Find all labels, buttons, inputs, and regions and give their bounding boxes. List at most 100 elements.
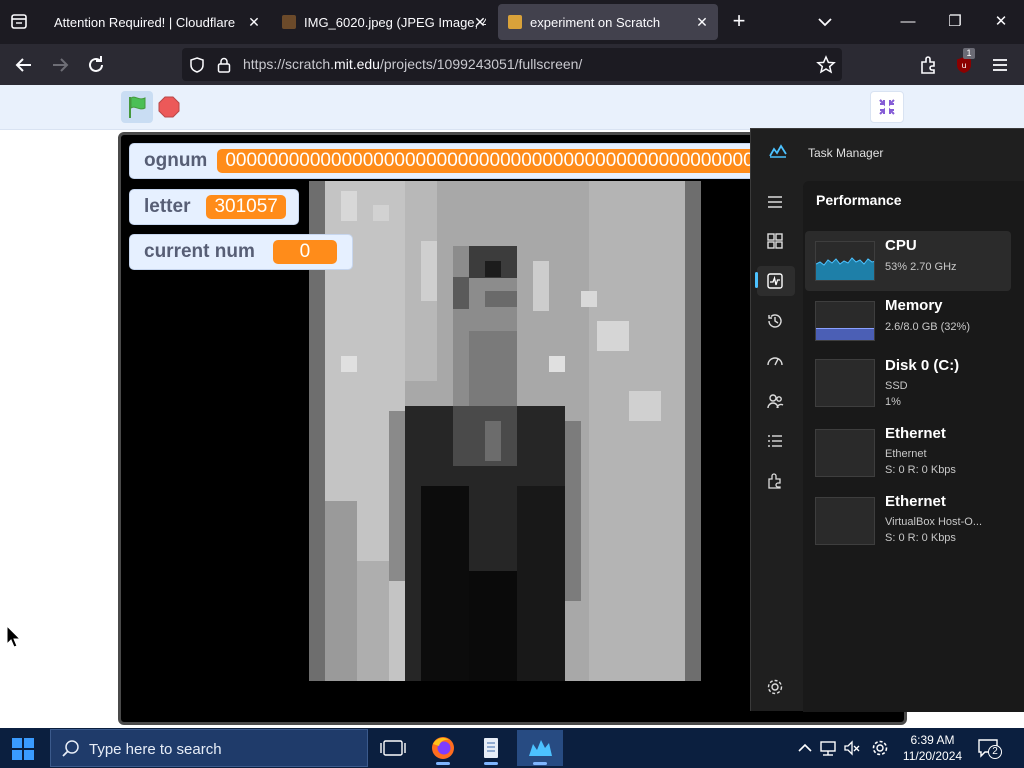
settings-gear-icon[interactable]: [765, 677, 785, 697]
close-window-button[interactable]: ✕: [986, 8, 1016, 36]
monitor-value: 0000000000000000000000000000000000000000…: [217, 149, 780, 173]
firefox-taskbar-icon[interactable]: [420, 730, 466, 766]
chevron-down-icon[interactable]: [815, 12, 835, 32]
taskbar-search-box[interactable]: Type here to search: [50, 729, 368, 767]
tab-cloudflare[interactable]: Attention Required! | Cloudflare ✕: [44, 4, 270, 40]
notepad-taskbar-icon[interactable]: [468, 730, 514, 766]
pixelated-person-image: [309, 181, 701, 681]
task-manager-window[interactable]: Task Manager Performance CPU 53% 2.70 GH…: [750, 128, 1024, 712]
monitor-label: current num: [144, 241, 255, 262]
ublock-shield-icon[interactable]: u 1: [952, 48, 976, 77]
clock-time: 6:39 AM: [910, 733, 955, 747]
search-icon: [61, 739, 81, 759]
lock-icon[interactable]: [216, 56, 232, 74]
nav-selection-indicator: [755, 272, 758, 288]
minimize-button[interactable]: —: [893, 8, 923, 36]
restore-button[interactable]: ❐: [940, 8, 970, 36]
scratch-favicon-icon: [508, 15, 522, 29]
perf-item-detail: VirtualBox Host-O...: [885, 516, 982, 528]
perf-item-cpu[interactable]: CPU 53% 2.70 GHz: [805, 231, 1011, 291]
performance-icon[interactable]: [765, 271, 785, 291]
perf-item-detail: Ethernet: [885, 448, 927, 460]
task-manager-title: Task Manager: [808, 146, 884, 160]
volume-muted-icon[interactable]: [842, 738, 862, 758]
disk-graph: [815, 359, 875, 407]
task-manager-app-icon: [769, 144, 787, 158]
perf-item-detail: 53% 2.70 GHz: [885, 261, 957, 273]
startup-apps-gauge-icon[interactable]: [765, 351, 785, 371]
performance-panel: Performance CPU 53% 2.70 GHz Memory 2.6/…: [803, 181, 1024, 712]
exit-fullscreen-icon[interactable]: [870, 91, 904, 123]
performance-heading: Performance: [816, 192, 902, 208]
mouse-cursor-icon: [6, 624, 22, 649]
chevron-up-icon[interactable]: [795, 738, 815, 758]
shield-icon[interactable]: [188, 56, 206, 74]
details-list-icon[interactable]: [765, 431, 785, 451]
perf-item-name: Memory: [885, 297, 943, 314]
variable-monitor-letter[interactable]: letter 301057: [129, 189, 299, 225]
notifications-icon[interactable]: 2: [976, 736, 1002, 760]
task-manager-nav-rail: [751, 129, 799, 712]
bookmark-star-icon[interactable]: [816, 55, 836, 75]
windows-start-icon[interactable]: [12, 738, 34, 760]
cpu-graph: [815, 241, 875, 281]
ethernet-graph: [815, 429, 875, 477]
perf-item-ethernet-1[interactable]: Ethernet Ethernet S: 0 R: 0 Kbps: [805, 419, 1011, 483]
perf-item-detail: SSD: [885, 380, 908, 392]
close-icon[interactable]: ✕: [246, 14, 262, 30]
screen: Attention Required! | Cloudflare ✕ IMG_6…: [0, 0, 1024, 768]
perf-item-detail: S: 0 R: 0 Kbps: [885, 464, 956, 476]
perf-item-disk[interactable]: Disk 0 (C:) SSD 1%: [805, 351, 1011, 411]
new-tab-button[interactable]: +: [728, 10, 750, 33]
clock-date: 11/20/2024: [902, 749, 963, 763]
perf-item-ethernet-2[interactable]: Ethernet VirtualBox Host-O... S: 0 R: 0 …: [805, 487, 1011, 551]
perf-item-name: Ethernet: [885, 425, 946, 442]
close-icon[interactable]: ✕: [694, 14, 710, 30]
perf-item-name: CPU: [885, 237, 917, 254]
ethernet-graph: [815, 497, 875, 545]
processes-grid-icon[interactable]: [765, 231, 785, 251]
running-indicator: [484, 762, 498, 765]
tab-scratch[interactable]: experiment on Scratch ✕: [498, 4, 718, 40]
reload-icon[interactable]: [84, 53, 108, 77]
url-path: /projects/1099243051/fullscreen/: [379, 56, 583, 72]
close-icon[interactable]: ✕: [472, 14, 488, 30]
firefox-view-icon[interactable]: [6, 10, 32, 34]
back-arrow-icon[interactable]: [12, 53, 36, 77]
hamburger-menu-icon[interactable]: [765, 192, 785, 212]
variable-monitor-current-num[interactable]: current num 0: [129, 234, 353, 270]
running-indicator: [533, 762, 547, 765]
monitor-value: 301057: [206, 195, 286, 219]
browser-nav-bar: https://scratch.mit.edu/projects/1099243…: [0, 44, 1024, 85]
monitor-label: ognum: [144, 150, 208, 171]
extensions-puzzle-icon[interactable]: [917, 53, 941, 77]
network-icon[interactable]: [818, 738, 838, 758]
url-text[interactable]: https://scratch.mit.edu/projects/1099243…: [243, 56, 582, 72]
scratch-controls-bar: [0, 85, 1024, 130]
stop-sign-icon[interactable]: [158, 96, 180, 118]
memory-graph: [815, 301, 875, 341]
settings-gear-icon[interactable]: [870, 738, 890, 758]
perf-item-memory[interactable]: Memory 2.6/8.0 GB (32%): [805, 291, 1011, 351]
task-view-icon[interactable]: [370, 730, 416, 766]
tab-image[interactable]: IMG_6020.jpeg (JPEG Image, 45 ✕: [272, 4, 496, 40]
system-clock[interactable]: 6:39 AM 11/20/2024: [895, 732, 970, 764]
extension-badge: 1: [963, 48, 975, 59]
app-history-icon[interactable]: [765, 311, 785, 331]
windows-taskbar: Type here to search 6:39 AM 11/20/2024 2: [0, 728, 1024, 768]
services-puzzle-icon[interactable]: [765, 471, 785, 491]
task-manager-taskbar-icon[interactable]: [517, 730, 563, 766]
address-bar[interactable]: https://scratch.mit.edu/projects/1099243…: [182, 48, 842, 81]
green-flag-icon[interactable]: [121, 91, 153, 123]
image-favicon-icon: [282, 15, 296, 29]
menu-hamburger-icon[interactable]: [988, 53, 1012, 77]
users-icon[interactable]: [765, 391, 785, 411]
variable-monitor-ognum[interactable]: ognum 0000000000000000000000000000000000…: [129, 143, 789, 179]
perf-item-name: Ethernet: [885, 493, 946, 510]
url-prefix: https://scratch.: [243, 56, 335, 72]
monitor-label: letter: [144, 196, 191, 217]
notification-count-badge: 2: [988, 745, 1002, 759]
forward-arrow-icon[interactable]: [48, 53, 72, 77]
running-indicator: [436, 762, 450, 765]
tab-label: IMG_6020.jpeg (JPEG Image, 45: [304, 14, 486, 30]
